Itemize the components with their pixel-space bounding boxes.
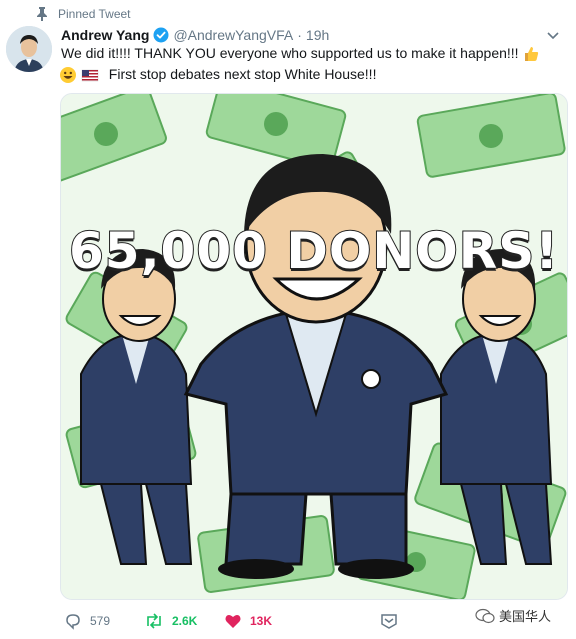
chat-bubble-icon xyxy=(475,608,495,623)
reply-button[interactable]: 579 xyxy=(64,610,110,632)
tweet-media-image[interactable]: 65,000 DONORS! xyxy=(60,93,568,600)
direct-message-button[interactable] xyxy=(380,610,398,632)
tweet-timestamp[interactable]: 19h xyxy=(306,27,329,43)
retweet-button[interactable]: 2.6K xyxy=(144,610,197,632)
author-handle[interactable]: @AndrewYangVFA xyxy=(173,27,293,43)
separator-dot: · xyxy=(297,27,302,43)
verified-badge-icon xyxy=(153,27,169,43)
tweet-line-2: First stop debates next stop White House… xyxy=(108,66,377,82)
watermark-text: 美国华人 xyxy=(499,610,552,625)
pinned-tweet-row: Pinned Tweet xyxy=(36,6,131,22)
retweet-count: 2.6K xyxy=(172,614,198,628)
like-count: 13K xyxy=(250,614,273,628)
pinned-label: Pinned Tweet xyxy=(58,7,131,21)
retweet-icon xyxy=(147,613,161,629)
heart-icon xyxy=(225,614,241,628)
thumbs-up-icon xyxy=(525,47,539,62)
avatar[interactable] xyxy=(6,26,52,72)
us-flag-icon xyxy=(81,70,99,82)
smiley-icon xyxy=(60,67,76,84)
media-headline: 65,000 DONORS! xyxy=(68,221,560,281)
chevron-down-icon[interactable] xyxy=(546,28,560,42)
pin-icon xyxy=(37,7,47,21)
tweet-action-bar: 579 2.6K 13K xyxy=(60,610,480,632)
watermark: 美国华人 xyxy=(475,606,551,625)
author-name[interactable]: Andrew Yang xyxy=(61,27,149,43)
tweet-line-1: We did it!!!! THANK YOU everyone who sup… xyxy=(61,45,523,61)
dm-icon xyxy=(381,614,397,629)
money-illustration xyxy=(61,94,567,599)
tweet-header: Andrew Yang @AndrewYangVFA · 19h xyxy=(61,26,536,44)
like-button[interactable]: 13K xyxy=(224,610,272,632)
tweet-text: We did it!!!! THANK YOU everyone who sup… xyxy=(60,43,566,85)
reply-icon xyxy=(66,614,80,630)
reply-count: 579 xyxy=(90,614,111,628)
